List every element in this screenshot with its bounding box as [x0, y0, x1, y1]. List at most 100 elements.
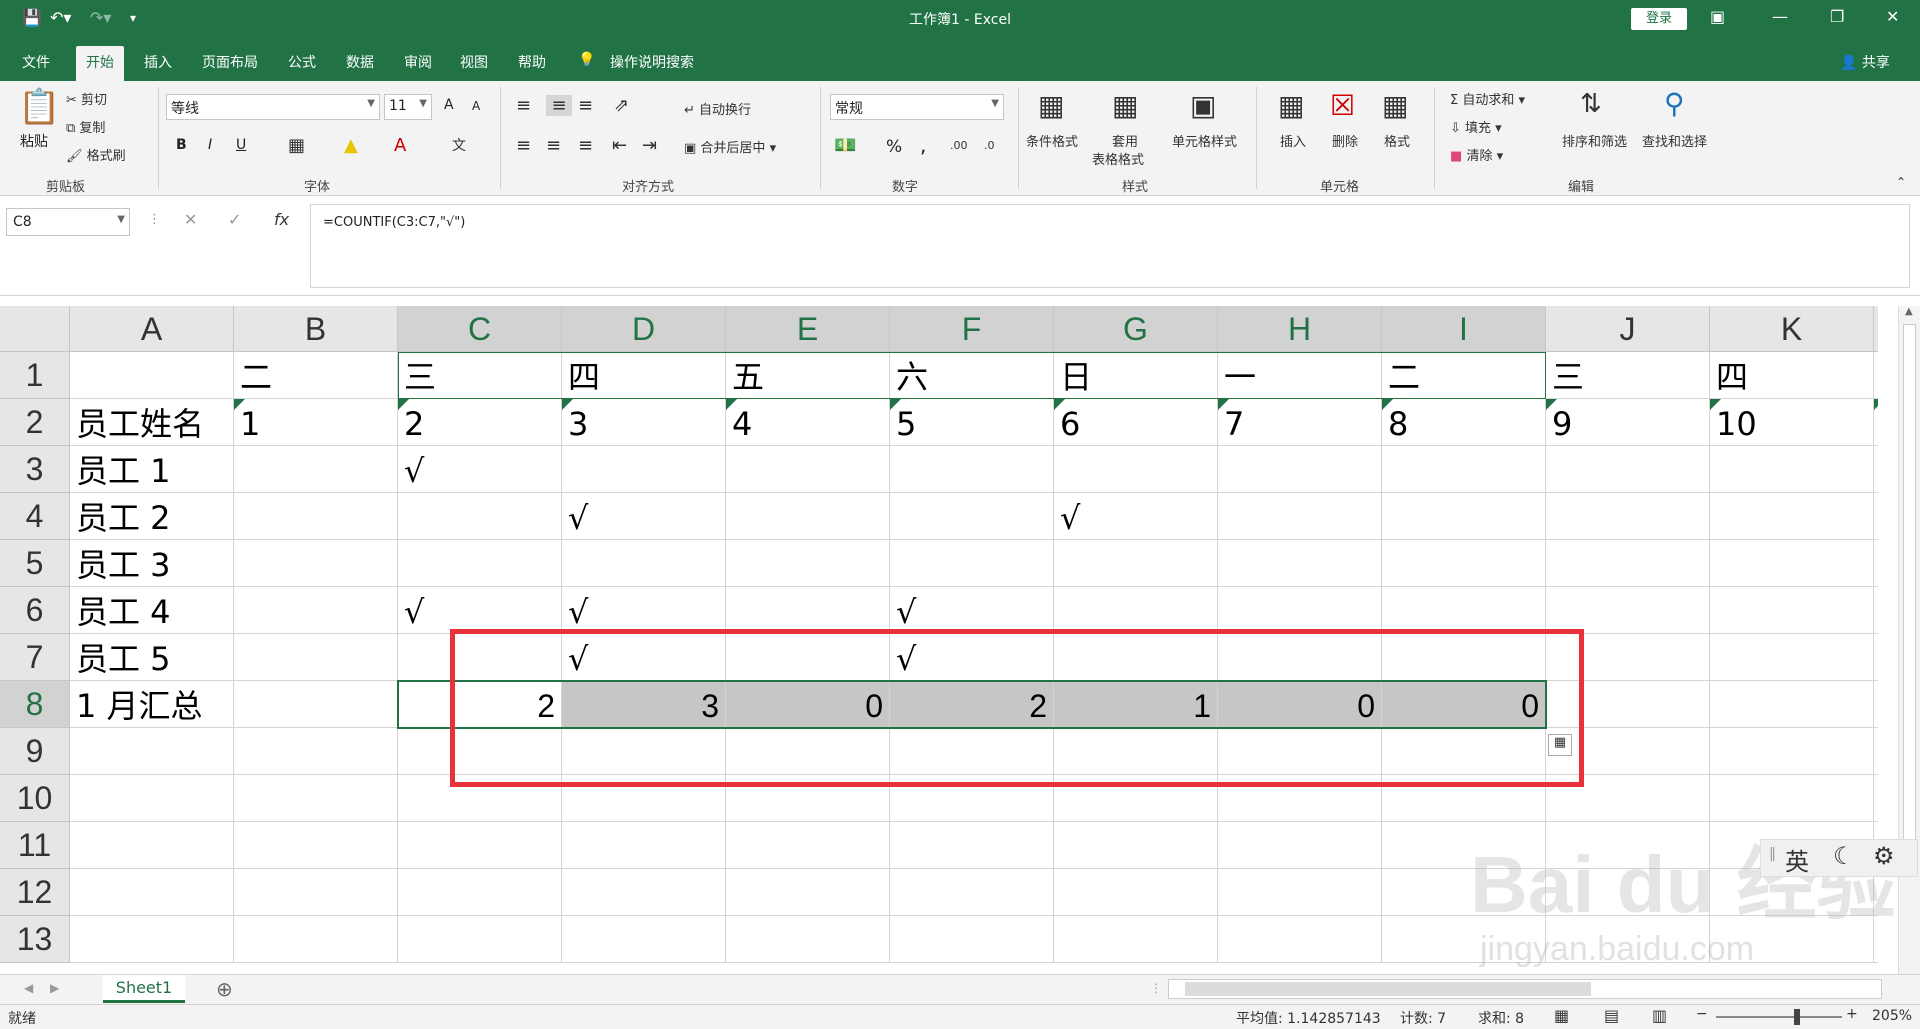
cell-L5[interactable] [1874, 540, 1878, 587]
cell-E13[interactable] [726, 916, 890, 963]
cell-J4[interactable] [1546, 493, 1710, 540]
cell-C9[interactable] [398, 728, 562, 775]
cell-E7[interactable] [726, 634, 890, 681]
increase-decimal-button[interactable]: .00 [950, 139, 968, 152]
cell-I1[interactable]: 二 [1382, 352, 1546, 399]
cell-H13[interactable] [1218, 916, 1382, 963]
cell-G13[interactable] [1054, 916, 1218, 963]
find-select-icon[interactable]: ⚲ [1664, 87, 1685, 120]
cell-I8[interactable]: 0 [1382, 681, 1546, 728]
comma-button[interactable]: , [920, 133, 926, 157]
shrink-font-button[interactable]: A [472, 99, 480, 113]
cell-L8[interactable] [1874, 681, 1878, 728]
column-header-E[interactable]: E [726, 306, 890, 352]
cell-H1[interactable]: 一 [1218, 352, 1382, 399]
tab-help[interactable]: 帮助 [518, 52, 546, 72]
cell-K6[interactable] [1710, 587, 1874, 634]
cell-G6[interactable] [1054, 587, 1218, 634]
cell-styles-icon[interactable]: ▣ [1190, 89, 1216, 122]
ribbon-display-icon[interactable]: ▣ [1710, 7, 1725, 26]
column-header-I[interactable]: I [1382, 306, 1546, 352]
cell-B4[interactable] [234, 493, 398, 540]
cell-J8[interactable] [1546, 681, 1710, 728]
cell-C2[interactable]: 2 [398, 399, 562, 446]
cell-H5[interactable] [1218, 540, 1382, 587]
cell-G4[interactable]: √ [1054, 493, 1218, 540]
cell-A7[interactable]: 员工 5 [70, 634, 234, 681]
wrap-text-button[interactable]: ↵ 自动换行 [684, 99, 751, 118]
cell-B6[interactable] [234, 587, 398, 634]
cell-A2[interactable]: 员工姓名 [70, 399, 234, 446]
tab-home[interactable]: 开始 [76, 46, 124, 81]
cell-I6[interactable] [1382, 587, 1546, 634]
cell-K7[interactable] [1710, 634, 1874, 681]
zoom-level[interactable]: 205% [1872, 1008, 1912, 1024]
cell-E8[interactable]: 0 [726, 681, 890, 728]
border-icon[interactable]: ▦ [288, 135, 305, 156]
cell-D9[interactable] [562, 728, 726, 775]
cell-B13[interactable] [234, 916, 398, 963]
cell-H3[interactable] [1218, 446, 1382, 493]
cell-F12[interactable] [890, 869, 1054, 916]
tab-file[interactable]: 文件 [22, 52, 50, 72]
cell-H8[interactable]: 0 [1218, 681, 1382, 728]
merge-center-button[interactable]: ▣ 合并后居中 ▾ [684, 137, 776, 156]
cell-C6[interactable]: √ [398, 587, 562, 634]
next-sheet-icon[interactable]: ▶ [50, 981, 59, 995]
cell-F3[interactable] [890, 446, 1054, 493]
row-header-9[interactable]: 9 [0, 728, 70, 775]
cell-C3[interactable]: √ [398, 446, 562, 493]
cell-H7[interactable] [1218, 634, 1382, 681]
sort-filter-icon[interactable]: ⇅ [1580, 89, 1602, 119]
cell-K8[interactable] [1710, 681, 1874, 728]
cell-E2[interactable]: 4 [726, 399, 890, 446]
font-size-select[interactable]: 11 ▼ [384, 94, 432, 120]
column-header-H[interactable]: H [1218, 306, 1382, 352]
zoom-in-icon[interactable]: + [1846, 1006, 1858, 1022]
cell-F8[interactable]: 2 [890, 681, 1054, 728]
cell-L4[interactable] [1874, 493, 1878, 540]
share-button[interactable]: 👤 共享 [1840, 52, 1890, 72]
cell-A6[interactable]: 员工 4 [70, 587, 234, 634]
cell-C4[interactable] [398, 493, 562, 540]
horizontal-scrollbar[interactable] [1168, 979, 1882, 999]
cell-G5[interactable] [1054, 540, 1218, 587]
collapse-ribbon-icon[interactable]: ⌃ [1896, 175, 1906, 189]
align-bottom-icon[interactable]: ≡ [578, 95, 593, 116]
name-box[interactable]: C8 ▼ [6, 208, 130, 236]
cell-F4[interactable] [890, 493, 1054, 540]
font-name-select[interactable]: 等线 ▼ [166, 94, 380, 120]
column-header-F[interactable]: F [890, 306, 1054, 352]
cell-D7[interactable]: √ [562, 634, 726, 681]
cell-A5[interactable]: 员工 3 [70, 540, 234, 587]
cell-B9[interactable] [234, 728, 398, 775]
normal-view-icon[interactable]: ▦ [1554, 1006, 1569, 1025]
cell-H9[interactable] [1218, 728, 1382, 775]
tab-view[interactable]: 视图 [460, 52, 488, 72]
cell-J7[interactable] [1546, 634, 1710, 681]
cell-E5[interactable] [726, 540, 890, 587]
underline-button[interactable]: U [236, 137, 246, 153]
column-header-B[interactable]: B [234, 306, 398, 352]
fill-color-icon[interactable]: ▲ [344, 135, 358, 156]
cell-K4[interactable] [1710, 493, 1874, 540]
format-painter-button[interactable]: 🖌 格式刷 [66, 145, 126, 164]
cell-E6[interactable] [726, 587, 890, 634]
restore-icon[interactable]: ❐ [1830, 7, 1844, 26]
zoom-slider[interactable] [1716, 1016, 1842, 1018]
enter-icon[interactable]: ✓ [228, 210, 241, 229]
find-select-button[interactable]: 查找和选择 [1642, 131, 1707, 150]
format-table-label1[interactable]: 套用 [1112, 131, 1138, 150]
accounting-icon[interactable]: 💵 [834, 135, 856, 156]
cell-A4[interactable]: 员工 2 [70, 493, 234, 540]
cell-K2[interactable]: 10 [1710, 399, 1874, 446]
cell-C5[interactable] [398, 540, 562, 587]
cell-F1[interactable]: 六 [890, 352, 1054, 399]
cell-H4[interactable] [1218, 493, 1382, 540]
cell-H12[interactable] [1218, 869, 1382, 916]
sort-filter-button[interactable]: 排序和筛选 [1562, 131, 1627, 150]
cell-G7[interactable] [1054, 634, 1218, 681]
cell-E1[interactable]: 五 [726, 352, 890, 399]
number-format-select[interactable]: 常规 ▼ [830, 94, 1004, 120]
format-cells-button[interactable]: 格式 [1384, 131, 1410, 150]
